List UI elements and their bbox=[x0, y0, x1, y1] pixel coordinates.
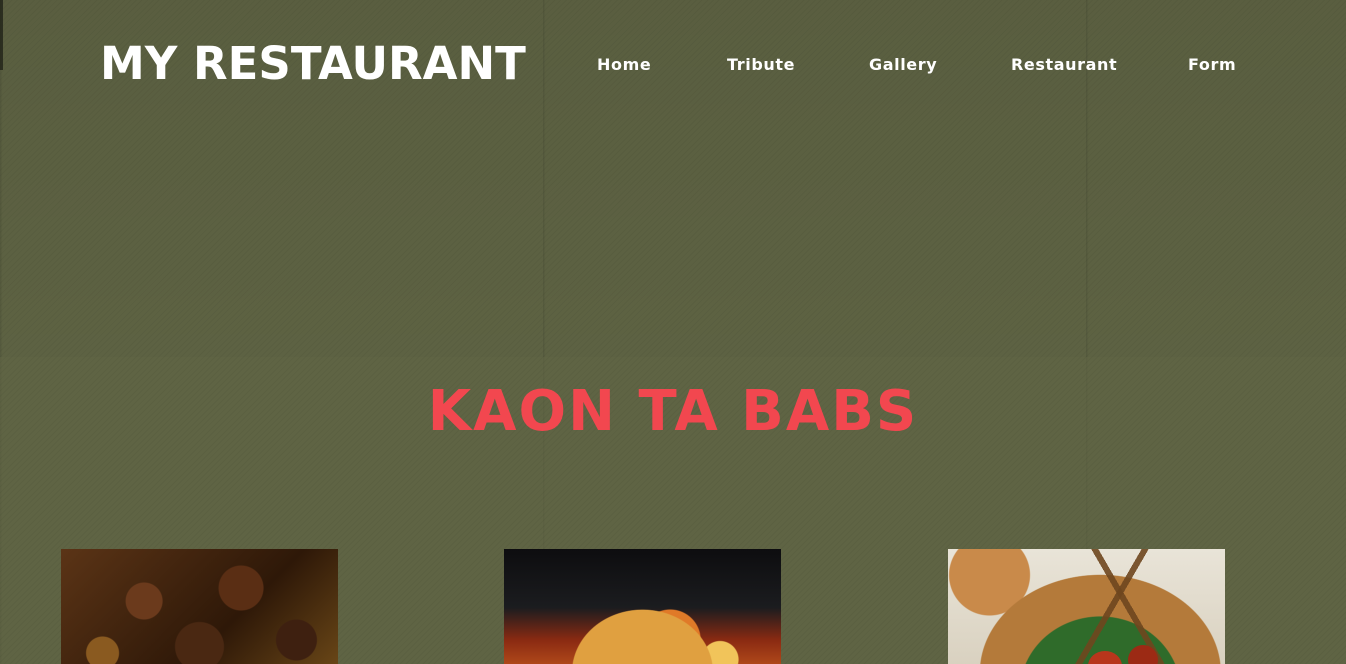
skewer-meat-piece bbox=[1088, 651, 1122, 664]
site-logo[interactable]: MY RESTAURANT bbox=[100, 36, 526, 92]
food-photo-adobo[interactable] bbox=[61, 549, 338, 664]
site-header: MY RESTAURANT Home Tribute Gallery Resta… bbox=[0, 0, 1346, 357]
section-title: KAON TA BABS bbox=[427, 379, 919, 444]
nav-link-restaurant[interactable]: Restaurant bbox=[1011, 55, 1117, 75]
skewer-meat-piece bbox=[1128, 645, 1158, 664]
nav-link-tribute[interactable]: Tribute bbox=[727, 55, 795, 75]
nav-link-home[interactable]: Home bbox=[597, 55, 651, 75]
food-photo-curry[interactable] bbox=[504, 549, 781, 664]
nav-link-gallery[interactable]: Gallery bbox=[869, 55, 937, 75]
food-photo-skewers[interactable] bbox=[948, 549, 1225, 664]
nav-link-form[interactable]: Form bbox=[1188, 55, 1236, 75]
